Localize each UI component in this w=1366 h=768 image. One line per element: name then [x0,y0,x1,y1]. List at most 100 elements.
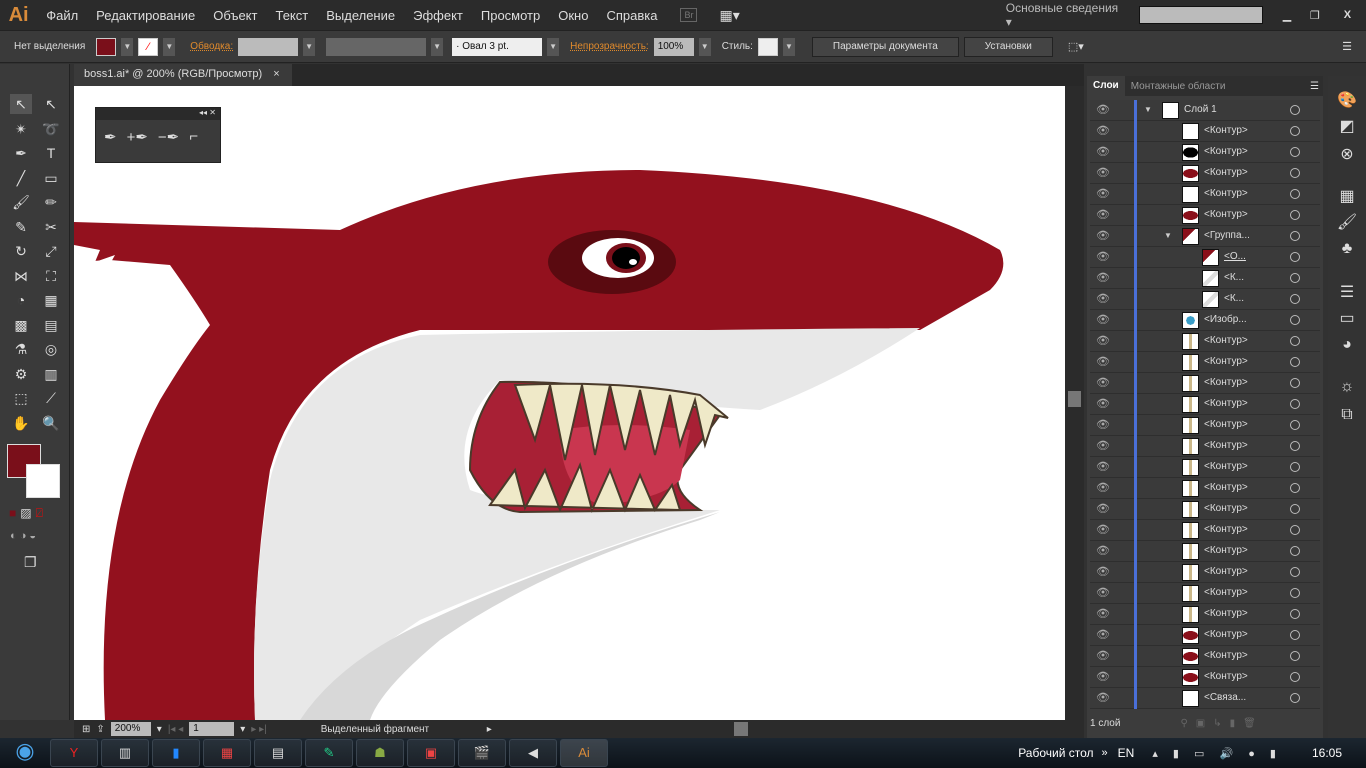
menu-0[interactable]: Файл [37,8,87,23]
visibility-eye-icon[interactable]: 👁 [1096,586,1110,599]
layer-row[interactable]: 👁 <Контур> [1090,646,1320,667]
target-circle-icon[interactable] [1290,630,1300,640]
artboard-number-field[interactable]: 1 [189,722,235,736]
style-swatch[interactable] [757,37,778,56]
arrange-documents-icon[interactable]: ▦▾ [719,7,739,24]
next-artboard-button[interactable]: ▸ ▸| [251,724,266,735]
visibility-eye-icon[interactable]: 👁 [1096,334,1110,347]
lock-toggle[interactable] [1114,478,1132,499]
close-button[interactable]: X [1329,9,1366,21]
target-circle-icon[interactable] [1290,462,1300,472]
lock-toggle[interactable] [1114,163,1132,184]
target-circle-icon[interactable] [1290,399,1300,409]
hand-tool-icon[interactable]: ✋ [10,413,32,433]
stroke-panel-icon[interactable]: ☰ [1336,282,1358,304]
artboard-nav-icon[interactable]: ⊞ [82,724,90,735]
lock-toggle[interactable] [1114,520,1132,541]
start-button[interactable]: ◉ [0,738,50,768]
target-circle-icon[interactable] [1290,231,1300,241]
layer-row[interactable]: 👁 <Контур> [1090,436,1320,457]
target-circle-icon[interactable] [1290,609,1300,619]
opacity-label[interactable]: Непрозрачность: [570,41,649,52]
lock-toggle[interactable] [1114,604,1132,625]
tray-icons[interactable]: ▴ ▮ ▭ 🔊 ● ▮ [1152,747,1282,760]
target-circle-icon[interactable] [1290,126,1300,136]
document-settings-button[interactable]: Параметры документа [811,36,959,57]
layer-row[interactable]: 👁 <Изобр... [1090,310,1320,331]
new-sublayer-icon[interactable]: ↳ [1213,718,1229,729]
menu-4[interactable]: Выделение [317,8,404,23]
selection-tool-icon[interactable]: ↖ [10,94,32,114]
lock-toggle[interactable] [1114,541,1132,562]
free-transform-tool-icon[interactable]: ⛶ [40,266,62,286]
language-indicator[interactable]: EN [1118,746,1135,760]
layer-row[interactable]: 👁 <Контур> [1090,415,1320,436]
lock-toggle[interactable] [1114,100,1132,121]
convert-anchor-tool-icon[interactable]: ⌐ [189,128,198,146]
fill-swatch[interactable] [96,37,117,56]
perspective-grid-tool-icon[interactable]: ▦ [40,290,62,310]
lock-toggle[interactable] [1114,646,1132,667]
first-artboard-button[interactable]: |◂ ◂ [168,724,183,735]
delete-layer-icon[interactable]: 🗑 [1243,718,1264,729]
taskbar-app-8[interactable]: ▣ [407,739,455,767]
visibility-eye-icon[interactable]: 👁 [1096,376,1110,389]
lock-toggle[interactable] [1114,457,1132,478]
visibility-eye-icon[interactable]: 👁 [1096,481,1110,494]
workspace-switcher[interactable]: Основные сведения ▾ [1006,1,1119,29]
lock-toggle[interactable] [1114,289,1132,310]
menu-1[interactable]: Редактирование [87,8,204,23]
lock-toggle[interactable] [1114,562,1132,583]
pen-tool-icon[interactable]: ✒ [10,143,32,163]
target-circle-icon[interactable] [1290,504,1300,514]
layer-row[interactable]: 👁 <Контур> [1090,394,1320,415]
symbol-sprayer-tool-icon[interactable]: ⚙ [10,364,32,384]
visibility-eye-icon[interactable]: 👁 [1096,607,1110,620]
layer-row[interactable]: 👁 <Контур> [1090,541,1320,562]
toolbar-expand-icon[interactable]: » [1102,747,1108,759]
taskbar-app-2[interactable]: ▥ [101,739,149,767]
target-circle-icon[interactable] [1290,651,1300,661]
layer-row[interactable]: 👁 <Контур> [1090,667,1320,688]
target-circle-icon[interactable] [1290,672,1300,682]
layer-row[interactable]: 👁 ▼ Слой 1 [1090,100,1320,121]
type-tool-icon[interactable]: T [40,143,62,163]
new-layer-icon[interactable]: ▮ [1230,718,1244,729]
visibility-eye-icon[interactable]: 👁 [1096,418,1110,431]
layer-row[interactable]: 👁 <Контур> [1090,163,1320,184]
visibility-eye-icon[interactable]: 👁 [1096,313,1110,326]
lock-toggle[interactable] [1114,436,1132,457]
export-icon[interactable]: ⧉ [1336,406,1358,428]
lock-toggle[interactable] [1114,667,1132,688]
target-circle-icon[interactable] [1290,105,1300,115]
lock-toggle[interactable] [1114,121,1132,142]
visibility-eye-icon[interactable]: 👁 [1096,565,1110,578]
panel-menu-icon[interactable]: ☰ [1342,40,1352,53]
horizontal-scrollbar[interactable] [498,722,1084,736]
width-tool-icon[interactable]: ⋈ [10,266,32,286]
layer-row[interactable]: 👁 <О... [1090,247,1320,268]
taskbar-app-4[interactable]: ▦ [203,739,251,767]
visibility-eye-icon[interactable]: 👁 [1096,544,1110,557]
visibility-eye-icon[interactable]: 👁 [1096,502,1110,515]
isolate-icon[interactable]: ⬚▾ [1068,40,1084,53]
visibility-eye-icon[interactable]: 👁 [1096,439,1110,452]
lock-toggle[interactable] [1114,352,1132,373]
layer-row[interactable]: 👁 <Контур> [1090,184,1320,205]
visibility-eye-icon[interactable]: 👁 [1096,103,1110,116]
target-circle-icon[interactable] [1290,189,1300,199]
artboard-tool-icon[interactable]: ⬚ [10,388,32,408]
lock-toggle[interactable] [1114,394,1132,415]
stroke-swatch[interactable]: ⁄ [138,37,159,56]
screen-mode-icon[interactable]: ❐ [24,554,37,571]
slice-tool-icon[interactable]: ⟋ [40,388,62,408]
visibility-eye-icon[interactable]: 👁 [1096,229,1110,242]
bridge-button[interactable]: Br [680,8,698,22]
brush-field[interactable]: · Овал 3 pt. [452,37,543,56]
taskbar-app-9[interactable]: 🎬 [458,739,506,767]
rotate-tool-icon[interactable]: ↻ [10,241,32,261]
preferences-button[interactable]: Установки [963,36,1053,57]
expand-triangle-icon[interactable]: ▼ [1144,105,1152,114]
target-circle-icon[interactable] [1290,693,1300,703]
target-circle-icon[interactable] [1290,336,1300,346]
